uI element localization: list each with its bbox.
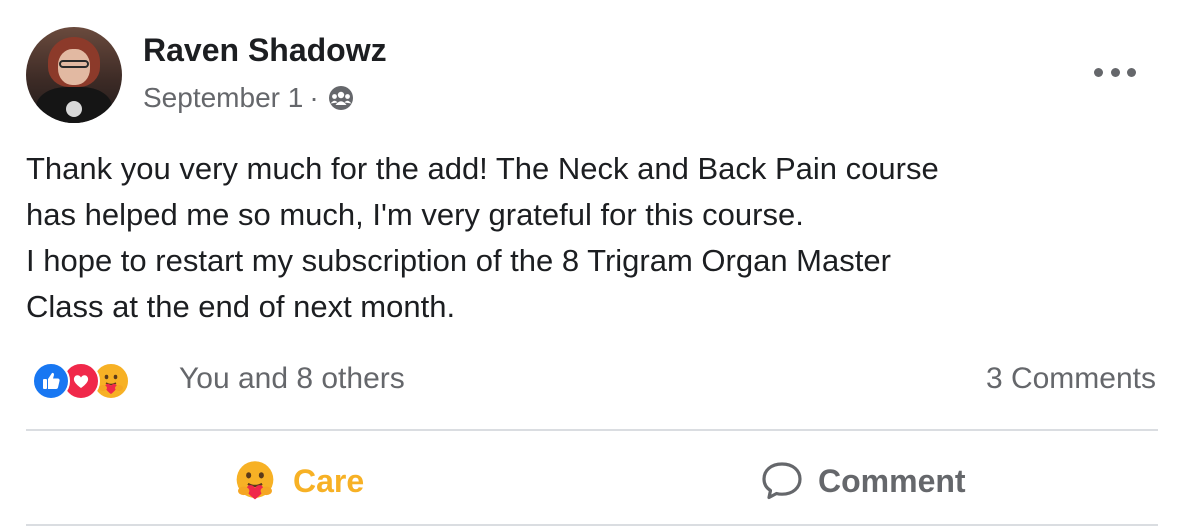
care-icon: [236, 461, 274, 500]
divider: [26, 429, 1158, 431]
author-avatar[interactable]: [26, 27, 122, 123]
care-button[interactable]: Care: [231, 440, 364, 522]
divider: [26, 524, 1158, 526]
post-body: Thank you very much for the add! The Nec…: [26, 146, 1156, 330]
reaction-icons[interactable]: [32, 362, 172, 402]
comment-label: Comment: [818, 462, 966, 499]
more-dot: [1127, 67, 1136, 77]
reaction-summary[interactable]: You and 8 others: [179, 362, 405, 396]
post-actions: Care Comment: [26, 440, 1158, 522]
post-body-line: I hope to restart my subscription of the…: [26, 243, 891, 278]
author-name[interactable]: Raven Shadowz: [143, 32, 387, 69]
comment-icon: [762, 462, 802, 500]
post-body-line: Thank you very much for the add! The Nec…: [26, 151, 939, 186]
comment-button[interactable]: Comment: [760, 440, 966, 522]
meta-separator: ·: [309, 82, 319, 113]
post-meta: September 1 ·: [143, 82, 355, 114]
avatar-shirt-emblem: [66, 101, 82, 117]
group-icon[interactable]: [327, 84, 355, 112]
post-date[interactable]: September 1: [143, 82, 303, 114]
avatar-glasses: [59, 60, 89, 68]
like-icon: [32, 362, 70, 400]
more-dot: [1094, 67, 1103, 77]
post-body-line: Class at the end of next month.: [26, 289, 456, 324]
more-options-icon[interactable]: [1094, 62, 1136, 82]
reactions-bar: You and 8 others 3 Comments: [26, 356, 1156, 404]
care-label: Care: [293, 462, 365, 499]
comment-count[interactable]: 3 Comments: [986, 362, 1156, 396]
facebook-post: Raven Shadowz September 1 · Thank you ve…: [0, 0, 1184, 528]
more-dot: [1110, 67, 1120, 77]
post-body-line: has helped me so much, I'm very grateful…: [26, 197, 804, 232]
